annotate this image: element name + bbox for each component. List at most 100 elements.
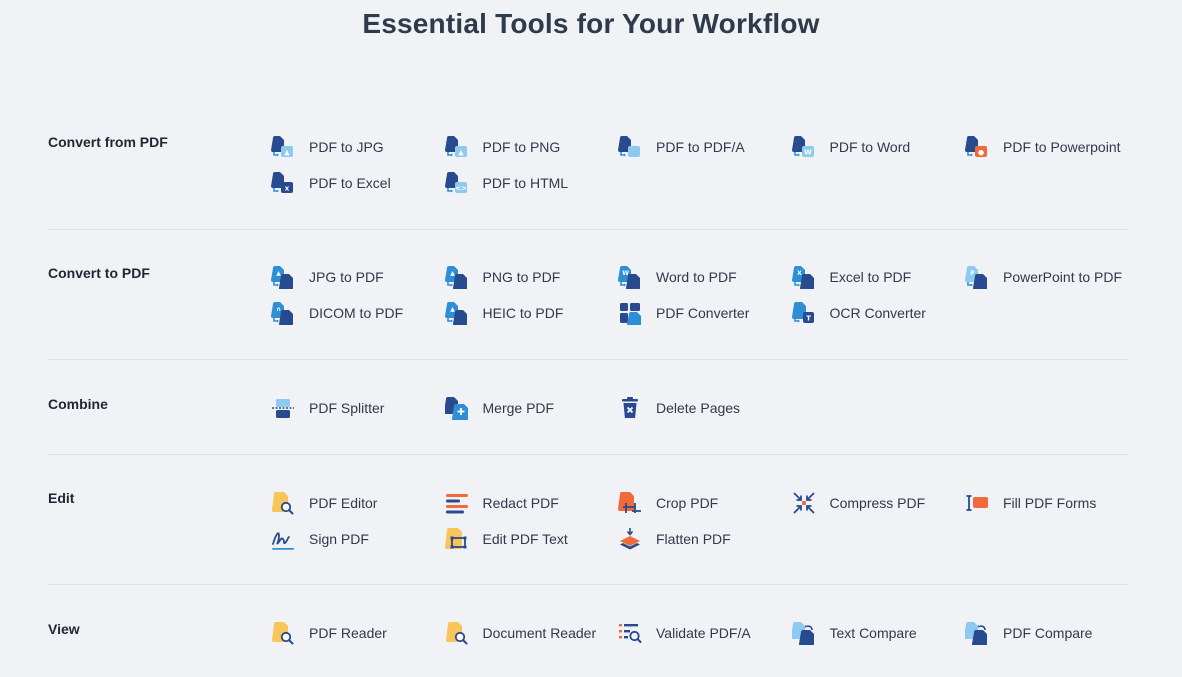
tool-label: PDF Compare — [1003, 625, 1093, 641]
tool-label: JPG to PDF — [309, 269, 384, 285]
tool-label: PDF Editor — [309, 495, 378, 511]
tool-link-pdf-to-powerpoint[interactable]: ● PDF to Powerpoint — [965, 135, 1139, 159]
tool-link-pdf-to-html[interactable]: <> PDF to HTML — [444, 171, 619, 195]
compress-pdf-icon — [792, 491, 816, 515]
tool-label: PDF to JPG — [309, 139, 384, 155]
tool-link-pdf-to-excel[interactable]: x PDF to Excel — [271, 171, 445, 195]
svg-text:▲: ▲ — [458, 149, 464, 157]
tool-label: PDF Splitter — [309, 400, 385, 416]
pdf-to-png-icon: ▲ — [444, 135, 469, 159]
flatten-pdf-icon — [618, 527, 642, 551]
delete-pages-icon — [618, 396, 642, 420]
tool-label: Sign PDF — [309, 531, 369, 547]
pdf-compare-icon — [964, 621, 989, 646]
tool-link-crop-pdf[interactable]: Crop PDF — [618, 491, 792, 515]
tool-label: HEIC to PDF — [482, 305, 564, 321]
tool-label: Compress PDF — [829, 495, 926, 511]
svg-text:P: P — [970, 270, 975, 277]
tool-label: PDF to PDF/A — [656, 139, 745, 155]
page-title: Essential Tools for Your Workflow — [362, 8, 820, 39]
svg-text:x: x — [285, 185, 290, 193]
tool-link-document-reader[interactable]: Document Reader — [445, 621, 619, 645]
pdf-to-jpg-icon: ▲ — [271, 135, 295, 159]
tool-link-pdf-to-png[interactable]: ▲ PDF to PNG — [444, 135, 619, 159]
tool-label: Redact PDF — [482, 495, 559, 511]
tool-link-sign-pdf[interactable]: Sign PDF — [271, 527, 445, 551]
section-label: View — [48, 621, 80, 637]
tool-link-pdf-reader[interactable]: PDF Reader — [271, 621, 445, 645]
tool-link-powerpoint-to-pdf[interactable]: P PowerPoint to PDF — [965, 265, 1139, 290]
section-label: Combine — [48, 396, 108, 412]
tool-link-pdf-compare[interactable]: PDF Compare — [964, 621, 1139, 646]
tool-link-ocr-converter[interactable]: T OCR Converter — [791, 301, 966, 325]
pdf-converter-icon — [618, 301, 642, 326]
crop-pdf-icon — [618, 491, 642, 515]
tool-link-validate-pdf-a[interactable]: Validate PDF/A — [618, 621, 792, 645]
edit-pdf-text-icon — [444, 527, 469, 551]
pdf-to-excel-icon: x — [271, 171, 295, 195]
tool-link-pdf-to-pdf-a[interactable]: PDF to PDF/A — [618, 135, 792, 159]
tool-link-jpg-to-pdf[interactable]: ▲ JPG to PDF — [271, 265, 445, 290]
tool-grid: PDF Editor Redact PDF Crop PDF Compress PDF… — [271, 491, 1151, 551]
pdf-to-pdfa-icon — [618, 135, 642, 159]
tool-link-text-compare[interactable]: Text Compare — [790, 621, 966, 646]
tool-label: Delete Pages — [656, 400, 741, 416]
section-edit: Edit PDF Editor Redact PDF Crop PDF Compress… — [48, 455, 1128, 585]
tool-label: PDF to Excel — [309, 175, 391, 191]
tool-link-dicom-to-pdf[interactable]: ∩ DICOM to PDF — [271, 301, 445, 326]
jpg-to-pdf-icon: ▲ — [271, 265, 295, 290]
tool-link-merge-pdf[interactable]: Merge PDF — [443, 396, 619, 421]
heic-to-pdf-icon: ▲ — [444, 301, 469, 326]
tool-label: PDF to PNG — [482, 139, 561, 155]
tool-link-edit-pdf-text[interactable]: Edit PDF Text — [444, 527, 619, 551]
section-label: Convert to PDF — [48, 265, 150, 281]
tool-label: Document Reader — [482, 625, 597, 641]
svg-text:<>: <> — [455, 185, 467, 193]
validate-pdfa-icon — [618, 621, 642, 645]
tool-label: Fill PDF Forms — [1003, 495, 1097, 511]
svg-text:▲: ▲ — [284, 149, 290, 157]
tool-link-compress-pdf[interactable]: Compress PDF — [792, 491, 966, 515]
svg-text:W: W — [804, 149, 812, 157]
tool-link-pdf-converter[interactable]: PDF Converter — [618, 301, 792, 326]
document-reader-icon — [445, 621, 469, 645]
tool-link-png-to-pdf[interactable]: ▲ PNG to PDF — [444, 265, 619, 290]
tool-label: Edit PDF Text — [482, 531, 568, 547]
tool-link-pdf-editor[interactable]: PDF Editor — [271, 491, 445, 515]
tool-link-heic-to-pdf[interactable]: ▲ HEIC to PDF — [444, 301, 619, 326]
sign-pdf-icon — [271, 527, 295, 551]
tool-link-pdf-to-word[interactable]: W PDF to Word — [791, 135, 966, 159]
svg-text:▲: ▲ — [450, 270, 455, 277]
tool-link-excel-to-pdf[interactable]: X Excel to PDF — [791, 265, 966, 290]
tool-grid: PDF Reader Document Reader Validate PDF/A T… — [271, 621, 1151, 646]
section-combine: Combine PDF Splitter Merge PDF Delete Pages — [48, 360, 1128, 455]
pdf-splitter-icon — [271, 396, 295, 420]
tool-link-redact-pdf[interactable]: Redact PDF — [445, 491, 619, 515]
tool-grid: PDF Splitter Merge PDF Delete Pages — [271, 396, 1151, 421]
section-label: Edit — [48, 490, 75, 506]
redact-pdf-icon — [445, 491, 469, 515]
excel-to-pdf-icon: X — [791, 265, 816, 290]
png-to-pdf-icon: ▲ — [444, 265, 469, 290]
word-to-pdf-icon: W — [618, 265, 642, 290]
tool-label: PDF Converter — [656, 305, 750, 321]
tool-link-flatten-pdf[interactable]: Flatten PDF — [618, 527, 792, 551]
tool-label: Word to PDF — [656, 269, 737, 285]
tool-link-pdf-to-jpg[interactable]: ▲ PDF to JPG — [271, 135, 445, 159]
tool-link-pdf-splitter[interactable]: PDF Splitter — [271, 396, 445, 420]
tool-label: Crop PDF — [656, 495, 719, 511]
tool-label: Merge PDF — [482, 400, 555, 416]
tool-link-word-to-pdf[interactable]: W Word to PDF — [618, 265, 792, 290]
merge-pdf-icon — [443, 396, 469, 421]
tool-label: PNG to PDF — [482, 269, 561, 285]
tool-link-fill-pdf-forms[interactable]: Fill PDF Forms — [965, 491, 1139, 515]
tool-link-delete-pages[interactable]: Delete Pages — [618, 396, 792, 420]
tool-label: PowerPoint to PDF — [1003, 269, 1123, 285]
tool-label: PDF Reader — [309, 625, 387, 641]
tool-label: PDF to Word — [829, 139, 911, 155]
svg-text:▲: ▲ — [450, 306, 455, 313]
tool-label: DICOM to PDF — [309, 305, 404, 321]
powerpoint-to-pdf-icon: P — [965, 265, 989, 290]
svg-text:X: X — [797, 270, 802, 277]
section-convert-from-pdf: Convert from PDF ▲ PDF to JPG ▲ PDF to PNG PD… — [48, 98, 1128, 230]
